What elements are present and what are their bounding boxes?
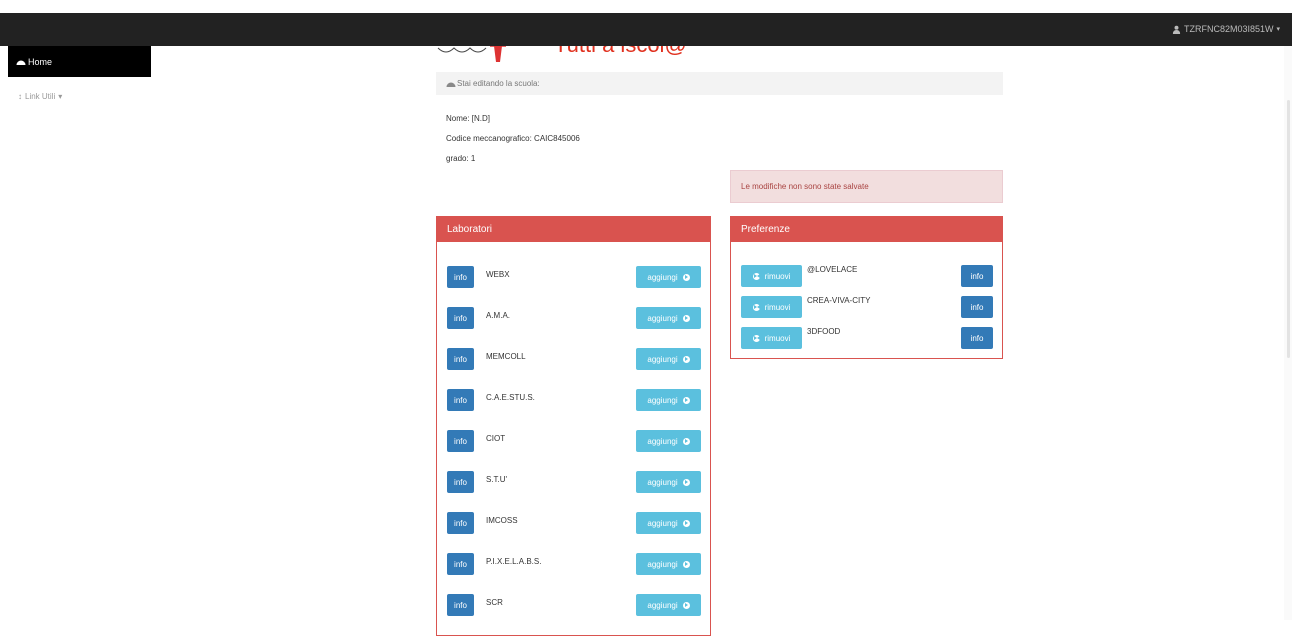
site-logo: Tutti a iscol@ bbox=[436, 46, 736, 62]
info-button[interactable]: info bbox=[447, 512, 474, 534]
dashboard-icon bbox=[446, 82, 456, 87]
add-button[interactable]: aggiungi bbox=[636, 553, 701, 575]
sidebar-item-label: Home bbox=[28, 56, 53, 67]
add-button-label: aggiungi bbox=[647, 272, 678, 282]
preferenza-name: 3DFOOD bbox=[807, 327, 841, 336]
sidebar-item-label: Link Utili bbox=[25, 92, 56, 101]
panel-laboratori-title: Laboratori bbox=[437, 217, 710, 242]
add-button[interactable]: aggiungi bbox=[636, 594, 701, 616]
add-button-label: aggiungi bbox=[647, 354, 678, 364]
school-name: Nome: [N.D] bbox=[446, 114, 491, 123]
arrow-circle-right-icon bbox=[682, 478, 690, 486]
alert-unsaved: Le modifiche non sono state salvate bbox=[730, 170, 1003, 203]
arrow-circle-right-icon bbox=[682, 396, 690, 404]
laboratorio-name: CIOT bbox=[486, 434, 506, 443]
laboratorio-name: WEBX bbox=[486, 270, 510, 279]
laboratorio-name: S.T.U' bbox=[486, 475, 508, 484]
add-button[interactable]: aggiungi bbox=[636, 430, 701, 452]
arrow-circle-left-icon bbox=[752, 303, 761, 311]
panel-preferenze-title: Preferenze bbox=[731, 217, 1002, 242]
preferenza-name: @LOVELACE bbox=[807, 265, 858, 274]
arrow-circle-right-icon bbox=[682, 437, 690, 445]
panel-preferenze: Preferenze rimuovi @LOVELACE info rimuovi CR… bbox=[730, 216, 1003, 359]
info-button[interactable]: info bbox=[961, 296, 993, 318]
add-button-label: aggiungi bbox=[647, 395, 678, 405]
arrow-circle-right-icon bbox=[682, 519, 690, 527]
add-button-label: aggiungi bbox=[647, 518, 678, 528]
add-button[interactable]: aggiungi bbox=[636, 512, 701, 534]
arrow-circle-right-icon bbox=[682, 273, 690, 281]
editing-label: Stai editando la scuola: bbox=[457, 79, 540, 88]
arrow-circle-left-icon bbox=[752, 272, 761, 280]
info-button[interactable]: info bbox=[961, 265, 993, 287]
chevron-down-icon: ▾ bbox=[58, 92, 63, 101]
info-button[interactable]: info bbox=[447, 348, 474, 370]
add-button[interactable]: aggiungi bbox=[636, 471, 701, 493]
info-button[interactable]: info bbox=[447, 266, 474, 288]
add-button[interactable]: aggiungi bbox=[636, 266, 701, 288]
info-button[interactable]: info bbox=[447, 389, 474, 411]
school-grade: grado: 1 bbox=[446, 154, 476, 163]
info-button[interactable]: info bbox=[447, 553, 474, 575]
add-button-label: aggiungi bbox=[647, 313, 678, 323]
arrow-circle-right-icon bbox=[682, 560, 690, 568]
add-button-label: aggiungi bbox=[647, 559, 678, 569]
info-button[interactable]: info bbox=[447, 430, 474, 452]
logo-icon bbox=[437, 46, 506, 62]
remove-button-label: rimuovi bbox=[764, 271, 791, 281]
laboratorio-name: MEMCOLL bbox=[486, 352, 526, 361]
add-button[interactable]: aggiungi bbox=[636, 389, 701, 411]
username: TZRFNC82M03I851W bbox=[1183, 24, 1274, 34]
link-icon: ↕ bbox=[18, 92, 22, 101]
add-button-label: aggiungi bbox=[647, 477, 678, 487]
arrow-circle-left-icon bbox=[752, 334, 761, 342]
school-info: Nome: [N.D] Codice meccanografico: CAIC8… bbox=[446, 109, 580, 169]
laboratorio-name: P.I.X.E.L.A.B.S. bbox=[486, 557, 542, 566]
remove-button-label: rimuovi bbox=[764, 302, 791, 312]
user-icon bbox=[1172, 25, 1181, 34]
add-button[interactable]: aggiungi bbox=[636, 307, 701, 329]
top-navbar: TZRFNC82M03I851W ▾ bbox=[0, 13, 1292, 46]
laboratorio-name: A.M.A. bbox=[486, 311, 511, 320]
add-button[interactable]: aggiungi bbox=[636, 348, 701, 370]
dashboard-icon bbox=[16, 60, 26, 65]
arrow-circle-right-icon bbox=[682, 314, 690, 322]
sidebar-item-links[interactable]: ↕ Link Utili ▾ bbox=[18, 92, 62, 101]
info-button[interactable]: info bbox=[961, 327, 993, 349]
arrow-circle-right-icon bbox=[682, 601, 690, 609]
laboratorio-name: IMCOSS bbox=[486, 516, 518, 525]
arrow-circle-right-icon bbox=[682, 355, 690, 363]
info-button[interactable]: info bbox=[447, 594, 474, 616]
panel-laboratori: Laboratori info WEBX aggiungi info A.M.A. agg… bbox=[436, 216, 711, 636]
add-button-label: aggiungi bbox=[647, 600, 678, 610]
laboratorio-name: C.A.E.STU.S. bbox=[486, 393, 535, 402]
add-button-label: aggiungi bbox=[647, 436, 678, 446]
remove-button[interactable]: rimuovi bbox=[741, 296, 802, 318]
school-code: Codice meccanografico: CAIC845006 bbox=[446, 134, 580, 143]
chevron-down-icon: ▾ bbox=[1276, 26, 1280, 33]
scrollbar-thumb[interactable] bbox=[1287, 100, 1290, 358]
editing-notice: Stai editando la scuola: bbox=[436, 72, 1003, 95]
preferenza-name: CREA-VIVA-CITY bbox=[807, 296, 871, 305]
remove-button[interactable]: rimuovi bbox=[741, 327, 802, 349]
info-button[interactable]: info bbox=[447, 307, 474, 329]
remove-button-label: rimuovi bbox=[764, 333, 791, 343]
info-button[interactable]: info bbox=[447, 471, 474, 493]
sidebar-item-home[interactable]: Home bbox=[8, 46, 151, 77]
remove-button[interactable]: rimuovi bbox=[741, 265, 802, 287]
laboratorio-name: SCR bbox=[486, 598, 503, 607]
page-title: Tutti a iscol@ bbox=[554, 46, 687, 58]
user-menu[interactable]: TZRFNC82M03I851W ▾ bbox=[1172, 24, 1280, 34]
